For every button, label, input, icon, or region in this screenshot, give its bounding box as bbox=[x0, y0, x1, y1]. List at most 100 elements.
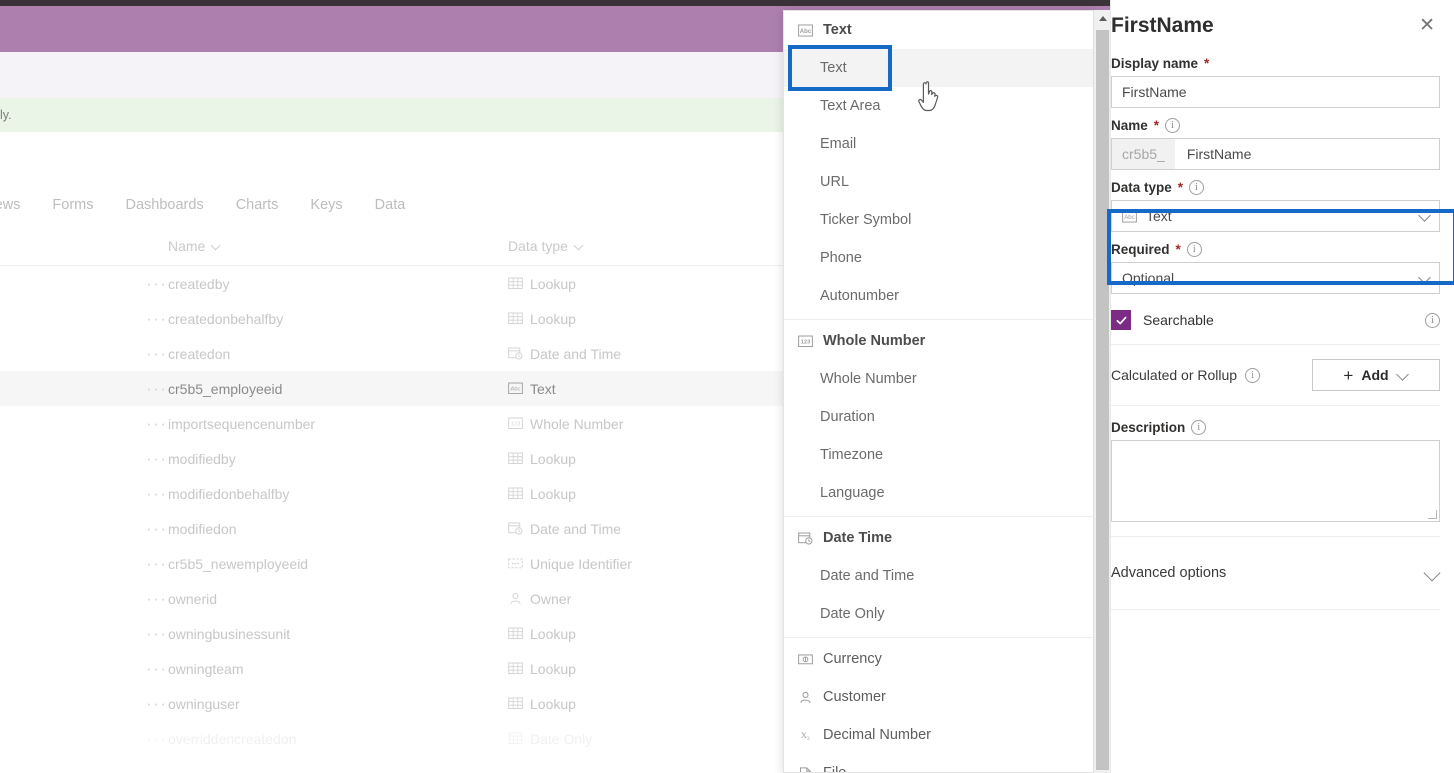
date-time-icon bbox=[798, 532, 813, 545]
row-menu-icon[interactable]: ··· bbox=[0, 414, 168, 434]
row-menu-icon[interactable]: ··· bbox=[0, 729, 168, 749]
dropdown-group-header: 123 Whole Number bbox=[784, 322, 1094, 360]
info-icon[interactable]: i bbox=[1425, 312, 1440, 328]
data-type-select[interactable]: Abc Text bbox=[1111, 200, 1440, 232]
row-datatype-label: Lookup bbox=[530, 625, 576, 642]
lookup-icon bbox=[508, 662, 523, 675]
dropdown-option-timezone[interactable]: Timezone bbox=[784, 436, 1094, 474]
row-menu-icon[interactable]: ··· bbox=[0, 694, 168, 714]
scroll-up-icon[interactable] bbox=[1094, 10, 1111, 27]
row-datatype-label: Date and Time bbox=[530, 520, 622, 537]
info-icon[interactable]: i bbox=[1165, 118, 1181, 133]
row-menu-icon[interactable]: ··· bbox=[0, 519, 168, 539]
row-menu-icon[interactable]: ··· bbox=[0, 659, 168, 679]
tab-dashboards[interactable]: Dashboards bbox=[110, 197, 220, 213]
row-name-cell[interactable]: importsequencenumber bbox=[168, 416, 508, 432]
tab-charts[interactable]: Charts bbox=[220, 197, 295, 213]
row-name-cell[interactable]: createdon bbox=[168, 346, 508, 362]
column-header-datatype-label: Data type bbox=[508, 237, 568, 254]
divider bbox=[1111, 536, 1440, 537]
dropdown-option-duration[interactable]: Duration bbox=[784, 398, 1094, 436]
row-name-cell[interactable]: modifiedby bbox=[168, 451, 508, 467]
info-icon[interactable]: i bbox=[1186, 242, 1202, 257]
lookup-icon bbox=[508, 277, 523, 290]
dropdown-option-date-and-time[interactable]: Date and Time bbox=[784, 557, 1094, 595]
row-datatype-label: Unique Identifier bbox=[530, 555, 632, 572]
dropdown-option-url[interactable]: URL bbox=[784, 163, 1094, 201]
person-icon bbox=[798, 691, 813, 704]
name-input[interactable]: cr5b5_ FirstName bbox=[1111, 138, 1440, 170]
add-button-label: Add bbox=[1361, 367, 1389, 383]
column-header-name[interactable]: Name bbox=[168, 238, 508, 254]
dropdown-option-whole-number[interactable]: Whole Number bbox=[784, 360, 1094, 398]
row-name-cell[interactable]: owningbusinessunit bbox=[168, 626, 508, 642]
svg-text:Abc: Abc bbox=[1124, 213, 1134, 220]
row-name-cell[interactable]: modifiedonbehalfby bbox=[168, 486, 508, 502]
row-name-cell[interactable]: overriddencreatedon bbox=[168, 731, 508, 747]
dropdown-option-customer[interactable]: Customer bbox=[784, 678, 1094, 716]
row-name-cell[interactable]: owningteam bbox=[168, 661, 508, 677]
tab-data[interactable]: Data bbox=[359, 197, 422, 213]
lookup-icon bbox=[508, 627, 523, 640]
tab-forms[interactable]: Forms bbox=[36, 197, 109, 213]
abc-icon: Abc bbox=[508, 382, 523, 395]
dropdown-option-autonumber[interactable]: Autonumber bbox=[784, 277, 1094, 315]
required-marker: * bbox=[1177, 180, 1184, 195]
dropdown-option-language[interactable]: Language bbox=[784, 474, 1094, 512]
dropdown-option-email[interactable]: Email bbox=[784, 125, 1094, 163]
chevron-down-icon bbox=[1419, 272, 1431, 284]
row-name-cell[interactable]: owninguser bbox=[168, 696, 508, 712]
page-title: FirstName bbox=[1111, 14, 1214, 37]
row-name-cell[interactable]: cr5b5_newemployeeid bbox=[168, 556, 508, 572]
row-menu-icon[interactable]: ··· bbox=[0, 274, 168, 294]
dropdown-option-phone[interactable]: Phone bbox=[784, 239, 1094, 277]
scrollbar-thumb[interactable] bbox=[1096, 30, 1109, 770]
dropdown-option-ticker-symbol[interactable]: Ticker Symbol bbox=[784, 201, 1094, 239]
display-name-value: FirstName bbox=[1122, 84, 1187, 100]
row-menu-icon[interactable]: ··· bbox=[0, 484, 168, 504]
unique-id-icon bbox=[508, 557, 523, 570]
row-menu-icon[interactable]: ··· bbox=[0, 554, 168, 574]
close-icon[interactable]: ✕ bbox=[1416, 14, 1438, 37]
description-label: Description i bbox=[1111, 420, 1440, 435]
dropdown-option-decimal-number[interactable]: X 2 Decimal Number bbox=[784, 716, 1094, 754]
row-name-cell[interactable]: cr5b5_employeeid bbox=[168, 381, 508, 397]
dropdown-option-date-only[interactable]: Date Only bbox=[784, 595, 1094, 633]
plus-icon: + bbox=[1343, 365, 1354, 385]
lookup-icon bbox=[508, 487, 523, 500]
row-menu-icon[interactable]: ··· bbox=[0, 589, 168, 609]
searchable-checkbox[interactable] bbox=[1111, 310, 1131, 330]
row-menu-icon[interactable]: ··· bbox=[0, 309, 168, 329]
name-label: Name * i bbox=[1111, 118, 1440, 133]
row-menu-icon[interactable]: ··· bbox=[0, 379, 168, 399]
add-button[interactable]: + Add bbox=[1312, 359, 1440, 391]
searchable-row[interactable]: Searchable i bbox=[1111, 310, 1440, 330]
row-datatype-label: Date and Time bbox=[530, 345, 622, 362]
whole-number-icon: 123 bbox=[798, 335, 813, 348]
description-textarea[interactable] bbox=[1111, 440, 1440, 522]
svg-text:2: 2 bbox=[807, 736, 810, 742]
row-menu-icon[interactable]: ··· bbox=[0, 344, 168, 364]
display-name-input[interactable]: FirstName bbox=[1111, 76, 1440, 108]
row-datatype-label: Lookup bbox=[530, 695, 576, 712]
advanced-options-toggle[interactable]: Advanced options bbox=[1111, 551, 1440, 595]
dropdown-scrollbar[interactable] bbox=[1093, 10, 1111, 773]
dropdown-option-file[interactable]: File bbox=[784, 754, 1094, 772]
row-name-cell[interactable]: ownerid bbox=[168, 591, 508, 607]
row-menu-icon[interactable]: ··· bbox=[0, 449, 168, 469]
date-time-icon bbox=[508, 522, 523, 535]
row-name-cell[interactable]: createdby bbox=[168, 276, 508, 292]
info-icon[interactable]: i bbox=[1191, 420, 1207, 435]
row-menu-icon[interactable]: ··· bbox=[0, 624, 168, 644]
tab-keys[interactable]: Keys bbox=[294, 197, 358, 213]
tab-views[interactable]: Views bbox=[0, 197, 36, 213]
info-icon[interactable]: i bbox=[1245, 367, 1261, 383]
dropdown-option-currency[interactable]: Currency bbox=[784, 640, 1094, 678]
dropdown-option-label: Customer bbox=[823, 689, 886, 705]
data-type-dropdown-menu[interactable]: Abc Text Text Text Area Email URL Ticker Sym… bbox=[783, 10, 1095, 773]
required-select[interactable]: Optional bbox=[1111, 262, 1440, 294]
row-name-cell[interactable]: createdonbehalfby bbox=[168, 311, 508, 327]
row-name-cell[interactable]: modifiedon bbox=[168, 521, 508, 537]
info-icon[interactable]: i bbox=[1189, 180, 1205, 195]
dropdown-group-header: Date Time bbox=[784, 519, 1094, 557]
